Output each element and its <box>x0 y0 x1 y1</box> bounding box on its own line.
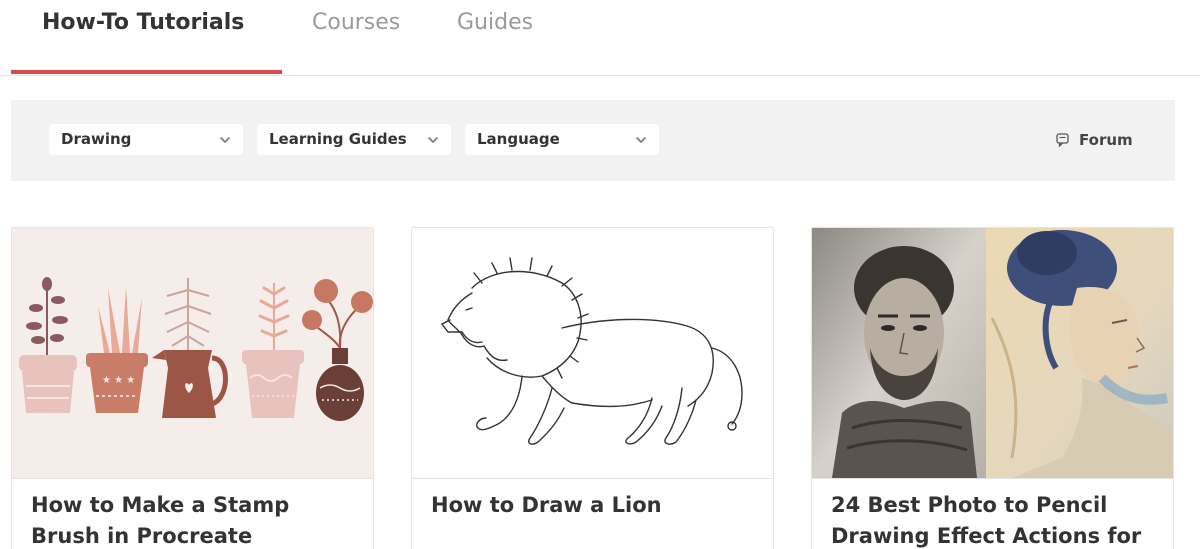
tutorial-card[interactable]: ★ ★ ★ How to Make a Stamp Brush in Procr… <box>11 227 374 549</box>
card-thumbnail <box>412 228 773 478</box>
lion-sketch <box>440 257 743 445</box>
divider <box>12 478 373 479</box>
plant-pots-illustration: ★ ★ ★ <box>19 277 373 421</box>
tutorial-card[interactable]: 24 Best Photo to Pencil Drawing Effect A… <box>811 227 1174 549</box>
chevron-down-icon <box>217 124 233 155</box>
tab-bar: How-To Tutorials Courses Guides <box>0 0 1200 76</box>
content-type-dropdown-label: Learning Guides <box>269 130 407 148</box>
tab-guides[interactable]: Guides <box>457 8 533 38</box>
tutorial-card[interactable]: How to Draw a Lion <box>411 227 774 549</box>
divider <box>812 478 1173 479</box>
chevron-down-icon <box>633 124 649 155</box>
forum-link[interactable]: Forum <box>1056 128 1133 152</box>
tab-courses[interactable]: Courses <box>312 8 400 38</box>
pencil-portraits <box>812 228 1173 478</box>
divider <box>412 478 773 479</box>
tab-how-to-tutorials[interactable]: How-To Tutorials <box>42 8 244 38</box>
card-thumbnail <box>812 228 1173 478</box>
language-dropdown-label: Language <box>477 130 560 148</box>
forum-label: Forum <box>1079 131 1133 149</box>
category-dropdown[interactable]: Drawing <box>49 124 243 155</box>
card-title[interactable]: How to Make a Stamp Brush in Procreate <box>31 490 361 549</box>
card-title[interactable]: How to Draw a Lion <box>431 490 761 521</box>
content-type-dropdown[interactable]: Learning Guides <box>257 124 451 155</box>
card-thumbnail: ★ ★ ★ <box>12 228 373 478</box>
category-dropdown-label: Drawing <box>61 130 132 148</box>
filter-bar: Drawing Learning Guides Language Forum <box>11 100 1175 181</box>
language-dropdown[interactable]: Language <box>465 124 659 155</box>
svg-text:★ ★ ★: ★ ★ ★ <box>102 375 135 386</box>
chat-bubble-icon <box>1056 133 1069 147</box>
chevron-down-icon <box>425 124 441 155</box>
card-title[interactable]: 24 Best Photo to Pencil Drawing Effect A… <box>831 490 1161 549</box>
active-tab-indicator <box>11 70 282 74</box>
